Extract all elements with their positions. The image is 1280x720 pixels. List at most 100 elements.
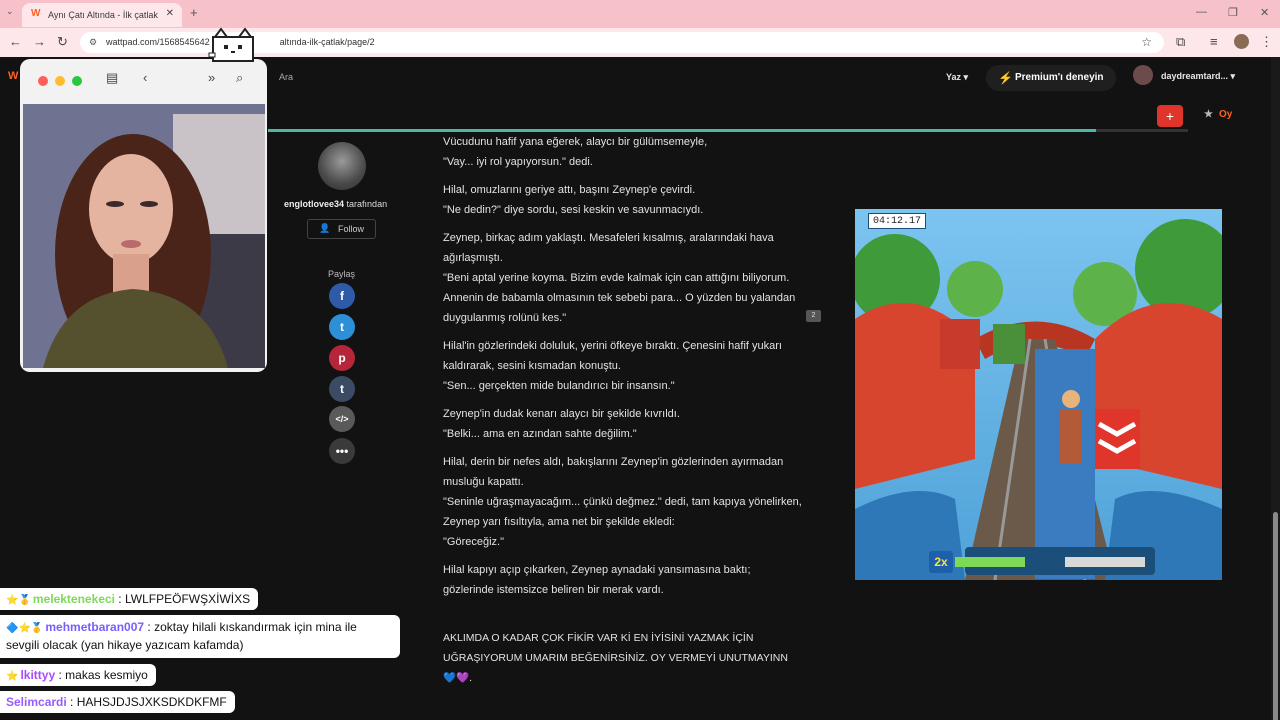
lightning-icon: ⚡	[998, 71, 1013, 85]
story-line: Hilal'in gözlerindeki doluluk, yerini öf…	[443, 340, 782, 372]
back-arrow-icon[interactable]: ←	[9, 34, 22, 49]
sidebar-toggle-icon[interactable]: ▤	[106, 70, 118, 86]
site-info-icon[interactable]: ⚙	[89, 37, 97, 48]
vote-label: Oy	[1218, 109, 1233, 120]
chat-badge-icon: 🔷⭐🥇	[6, 623, 44, 634]
chat-username: mehmetbaran007	[45, 620, 145, 634]
facebook-icon[interactable]: f	[329, 283, 355, 309]
chat-text: LWLFPEÖFWŞXİWİXS	[124, 592, 251, 606]
user-menu-button[interactable]: daydreamtard... ▾	[1161, 71, 1235, 82]
chat-message: Selimcardi : HAHSJDJSJXKSDKDKFMF	[0, 691, 235, 713]
story-paragraph: Zeynep, birkaç adım yaklaştı. Mesafeleri…	[443, 228, 803, 328]
chat-text: HAHSJDJSJXKSDKDKFMF	[76, 695, 227, 709]
author-avatar[interactable]	[318, 142, 366, 190]
author-note-text: AKLIMDA O KADAR ÇOK FİKİR VAR Kİ EN İYİS…	[443, 632, 788, 664]
window-close-icon[interactable]: ✕	[1260, 6, 1269, 19]
new-tab-plus-icon[interactable]: +	[190, 5, 198, 20]
browser-tab[interactable]: W Aynı Çatı Altında - İlk çatlak ✕	[22, 3, 182, 27]
browser-tab-bar: ⌄ W Aynı Çatı Altında - İlk çatlak ✕ + —…	[0, 0, 1280, 28]
story-paragraph: Vücudunu hafif yana eğerek, alaycı bir g…	[443, 132, 803, 172]
browser-toolbar: ← → ↻ ⚙ wattpad.com/1568545642 altında-il…	[0, 28, 1280, 57]
story-line: "Seninle uğraşmayacağım... çünkü değmez.…	[443, 496, 802, 528]
reading-list-icon[interactable]: ≡	[1210, 34, 1218, 49]
pinterest-icon[interactable]: p	[329, 345, 355, 371]
twitter-icon[interactable]: t	[329, 314, 355, 340]
close-icon[interactable]: ✕	[166, 8, 174, 19]
chat-separator: :	[144, 620, 155, 634]
by-label: tarafından	[346, 199, 388, 209]
author-name[interactable]: englotlovee34	[284, 199, 344, 209]
follow-label: Follow	[338, 224, 365, 234]
scrollbar-thumb[interactable]	[1273, 512, 1278, 720]
maximize-icon[interactable]: ❐	[1228, 6, 1238, 19]
browser-menu-icon[interactable]: ⋮	[1260, 34, 1273, 50]
chat-message: ⭐ lkittyy : makas kesmiyo	[0, 664, 156, 686]
story-line: Zeynep, birkaç adım yaklaştı. Mesafeleri…	[443, 232, 774, 264]
game-timer: 04:12.17	[868, 213, 926, 229]
webcam-video	[23, 104, 265, 368]
inline-comment-count[interactable]: 2	[806, 310, 821, 322]
back-chevron-icon[interactable]: ‹	[143, 70, 147, 85]
chat-message: 🔷⭐🥇 mehmetbaran007 : zoktay hilali kıskan…	[0, 615, 400, 658]
share-label: Paylaş	[328, 269, 356, 279]
story-paragraph: Hilal, derin bir nefes aldı, bakışlarını…	[443, 452, 803, 552]
chat-separator: :	[66, 695, 77, 709]
tab-search-icon[interactable]: ⌄	[6, 6, 14, 17]
window-zoom-dot[interactable]	[72, 76, 82, 86]
story-text: Vücudunu hafif yana eğerek, alaycı bir g…	[443, 132, 803, 696]
subway-surfers-scene	[855, 209, 1222, 580]
story-line: "Beni aptal yerine koyma. Bizim evde kal…	[443, 272, 796, 324]
tumblr-icon[interactable]: t	[329, 376, 355, 402]
add-to-list-button[interactable]: +	[1157, 105, 1183, 127]
score-multiplier: 2x	[929, 551, 953, 573]
streamer-webcam-image	[23, 104, 265, 368]
forward-arrow-icon[interactable]: →	[33, 34, 46, 49]
story-paragraph: Hilal kapıyı açıp çıkarken, Zeynep aynad…	[443, 560, 803, 600]
chat-username: melektenekeci	[32, 592, 115, 606]
story-line: "Vay... iyi rol yapıyorsun." dedi.	[443, 156, 593, 168]
search-label[interactable]: Ara	[279, 72, 293, 82]
premium-button[interactable]: ⚡ Premium'ı deneyin	[986, 65, 1116, 91]
username: daydreamtard...	[1161, 71, 1229, 81]
minimize-icon[interactable]: —	[1196, 6, 1207, 18]
more-icon[interactable]: •••	[329, 438, 355, 464]
chat-badge-icon: ⭐	[6, 671, 19, 682]
story-paragraph: Hilal'in gözlerindeki doluluk, yerini öf…	[443, 336, 803, 396]
embed-icon[interactable]: </>	[329, 406, 355, 432]
tab-title: Aynı Çatı Altında - İlk çatlak	[48, 10, 158, 20]
story-line: Hilal, derin bir nefes aldı, bakışlarını…	[443, 456, 784, 488]
vote-button[interactable]: ★ Oy	[1204, 109, 1232, 120]
search-icon[interactable]: ⌕	[236, 70, 243, 86]
screen: ⌄ W Aynı Çatı Altında - İlk çatlak ✕ + —…	[0, 0, 1280, 720]
chat-message: ⭐🥇 melektenekeci : LWLFPEÖFWŞXİWİXS	[0, 588, 259, 610]
window-close-dot[interactable]	[38, 76, 48, 86]
chat-username: Selimcardi	[6, 695, 67, 709]
extensions-icon[interactable]: ⧉	[1176, 34, 1185, 50]
wattpad-favicon-icon: W	[31, 8, 41, 19]
author-byline: englotlovee34 tarafından	[284, 199, 402, 209]
story-line: Vücudunu hafif yana eğerek, alaycı bir g…	[443, 136, 708, 148]
forward-double-chevron-icon[interactable]: »	[208, 70, 215, 85]
add-user-icon: 👤	[319, 223, 331, 233]
url-text-end: altında-ilk-çatlak/page/2	[279, 37, 375, 47]
follow-button[interactable]: 👤 Follow	[307, 219, 376, 239]
write-label: Yaz	[946, 72, 962, 82]
story-paragraph: Hilal, omuzlarını geriye attı, başını Ze…	[443, 180, 803, 220]
wattpad-logo[interactable]: W	[8, 70, 18, 82]
user-avatar[interactable]	[1133, 65, 1153, 85]
story-line: Hilal, omuzlarını geriye attı, başını Ze…	[443, 184, 696, 196]
write-menu-button[interactable]: Yaz ▾	[946, 72, 968, 83]
gameplay-video: 04:12.17 2x	[855, 209, 1222, 580]
window-minimize-dot[interactable]	[55, 76, 65, 86]
profile-avatar[interactable]	[1234, 34, 1249, 49]
story-line: Hilal kapıyı açıp çıkarken, Zeynep aynad…	[443, 564, 751, 596]
reload-icon[interactable]: ↻	[57, 34, 68, 50]
page-scrollbar[interactable]	[1271, 57, 1280, 720]
story-line: "Sen... gerçekten mide bulandırıcı bir i…	[443, 380, 675, 392]
webcam-overlay-window: ▤ ‹ » ⌕	[20, 59, 267, 372]
premium-label: Premium'ı deneyin	[1015, 72, 1104, 83]
bookmark-star-icon[interactable]: ☆	[1141, 35, 1152, 49]
author-note-emoji: 💙💜.	[443, 672, 473, 684]
author-note: AKLIMDA O KADAR ÇOK FİKİR VAR Kİ EN İYİS…	[443, 628, 803, 688]
chat-separator: :	[114, 592, 125, 606]
